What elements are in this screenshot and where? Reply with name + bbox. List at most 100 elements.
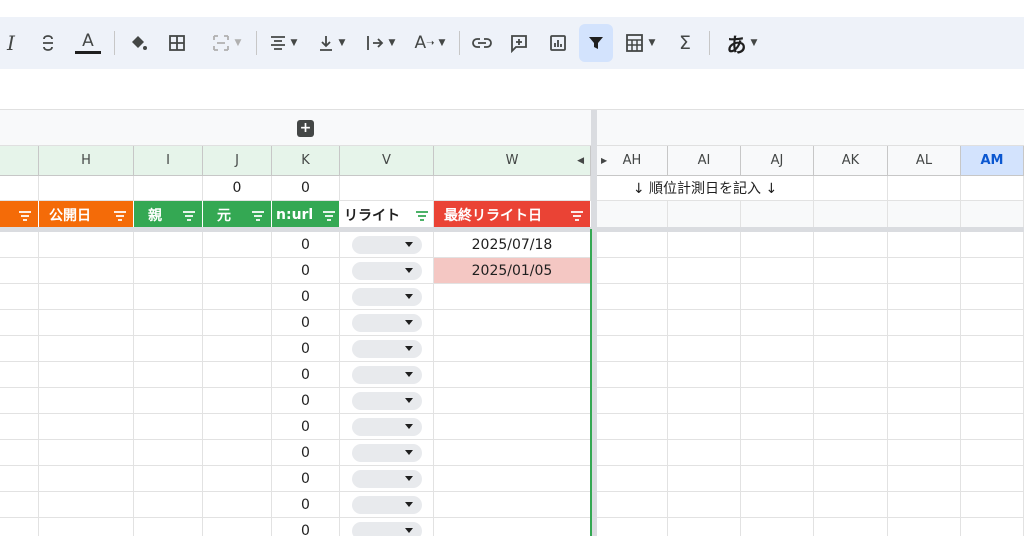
summary-cell[interactable] [814, 176, 888, 201]
table-cell[interactable] [668, 414, 741, 440]
table-cell[interactable] [203, 310, 272, 336]
rewrite-dropdown[interactable] [351, 521, 422, 536]
table-cell[interactable] [888, 492, 961, 518]
table-cell[interactable]: 0 [272, 362, 340, 388]
rewrite-dropdown[interactable] [351, 261, 422, 280]
table-cell[interactable]: 0 [272, 466, 340, 492]
table-cell[interactable] [134, 258, 203, 284]
table-cell[interactable] [814, 518, 888, 536]
table-cell[interactable] [668, 362, 741, 388]
expand-group-button[interactable]: + [297, 120, 314, 137]
col-header-j[interactable]: J [203, 146, 272, 176]
col-header-v[interactable]: V [340, 146, 434, 176]
table-cell[interactable] [961, 440, 1024, 466]
table-cell[interactable] [203, 258, 272, 284]
table-cell[interactable] [668, 518, 741, 536]
rewrite-dropdown[interactable] [351, 443, 422, 462]
filter-icon[interactable] [18, 209, 32, 225]
filter-icon[interactable] [182, 209, 196, 225]
table-cell[interactable] [961, 414, 1024, 440]
table-cell[interactable]: 0 [272, 258, 340, 284]
filter-views-button[interactable]: ▼ [618, 17, 662, 69]
table-cell[interactable] [597, 492, 668, 518]
table-cell[interactable]: 0 [272, 518, 340, 536]
table-cell[interactable] [741, 310, 814, 336]
table-cell[interactable]: 0 [272, 284, 340, 310]
table-cell[interactable] [741, 440, 814, 466]
table-cell[interactable] [134, 466, 203, 492]
table-cell[interactable] [203, 518, 272, 536]
table-cell[interactable] [961, 492, 1024, 518]
table-cell[interactable] [888, 284, 961, 310]
filter-icon[interactable] [322, 209, 336, 225]
table-cell[interactable] [340, 492, 434, 518]
table-cell[interactable] [0, 492, 39, 518]
table-cell[interactable] [39, 388, 134, 414]
table-cell[interactable] [741, 258, 814, 284]
rank-date-note-cell[interactable]: ↓ 順位計測日を記入 ↓ [597, 176, 814, 201]
table-cell[interactable]: 0 [272, 310, 340, 336]
table-cell[interactable] [134, 362, 203, 388]
table-cell[interactable] [888, 232, 961, 258]
table-cell[interactable] [961, 466, 1024, 492]
table-cell[interactable] [203, 362, 272, 388]
header-cell-empty[interactable] [597, 201, 668, 228]
table-cell[interactable] [814, 310, 888, 336]
italic-button[interactable]: I [0, 17, 22, 69]
input-tools-button[interactable]: あ ▼ [718, 17, 766, 69]
header-cell-empty[interactable] [888, 201, 961, 228]
table-cell[interactable] [340, 388, 434, 414]
table-cell[interactable] [39, 284, 134, 310]
table-cell[interactable] [39, 466, 134, 492]
table-cell[interactable] [961, 388, 1024, 414]
summary-cell[interactable] [39, 176, 134, 201]
insert-link-button[interactable] [467, 17, 497, 69]
borders-button[interactable] [163, 17, 191, 69]
table-cell[interactable] [340, 232, 434, 258]
table-cell[interactable] [134, 284, 203, 310]
table-cell[interactable] [0, 466, 39, 492]
rewrite-dropdown[interactable] [351, 235, 422, 254]
table-cell[interactable] [340, 414, 434, 440]
table-cell[interactable] [134, 388, 203, 414]
header-cell-oya[interactable]: 親 [134, 201, 203, 228]
table-cell[interactable] [961, 258, 1024, 284]
table-cell[interactable] [888, 388, 961, 414]
table-cell[interactable]: 0 [272, 414, 340, 440]
table-cell[interactable] [597, 336, 668, 362]
table-cell[interactable] [597, 232, 668, 258]
summary-cell[interactable] [340, 176, 434, 201]
table-cell[interactable] [668, 466, 741, 492]
table-cell[interactable]: 0 [272, 388, 340, 414]
table-cell[interactable] [961, 284, 1024, 310]
table-cell[interactable] [0, 362, 39, 388]
table-cell[interactable] [434, 440, 591, 466]
summary-cell[interactable] [888, 176, 961, 201]
table-cell[interactable] [668, 336, 741, 362]
table-cell[interactable] [203, 388, 272, 414]
table-cell[interactable]: 2025/07/18 [434, 232, 591, 258]
table-cell[interactable] [39, 310, 134, 336]
table-cell[interactable] [814, 258, 888, 284]
table-cell[interactable] [961, 232, 1024, 258]
col-header-i[interactable]: I [134, 146, 203, 176]
col-header-ak[interactable]: AK [814, 146, 888, 176]
insert-chart-button[interactable] [543, 17, 573, 69]
table-cell[interactable] [814, 336, 888, 362]
table-cell[interactable] [340, 518, 434, 536]
rewrite-dropdown[interactable] [351, 417, 422, 436]
table-cell[interactable] [888, 310, 961, 336]
strikethrough-button[interactable] [34, 17, 62, 69]
table-cell[interactable]: 0 [272, 492, 340, 518]
table-cell[interactable] [39, 492, 134, 518]
table-cell[interactable] [597, 466, 668, 492]
table-cell[interactable] [814, 466, 888, 492]
table-cell[interactable] [961, 518, 1024, 536]
table-cell[interactable] [597, 414, 668, 440]
table-cell[interactable] [961, 362, 1024, 388]
rewrite-dropdown[interactable] [351, 313, 422, 332]
table-cell[interactable] [0, 336, 39, 362]
col-header-am[interactable]: AM [961, 146, 1024, 176]
table-cell[interactable] [340, 362, 434, 388]
table-cell[interactable] [668, 232, 741, 258]
